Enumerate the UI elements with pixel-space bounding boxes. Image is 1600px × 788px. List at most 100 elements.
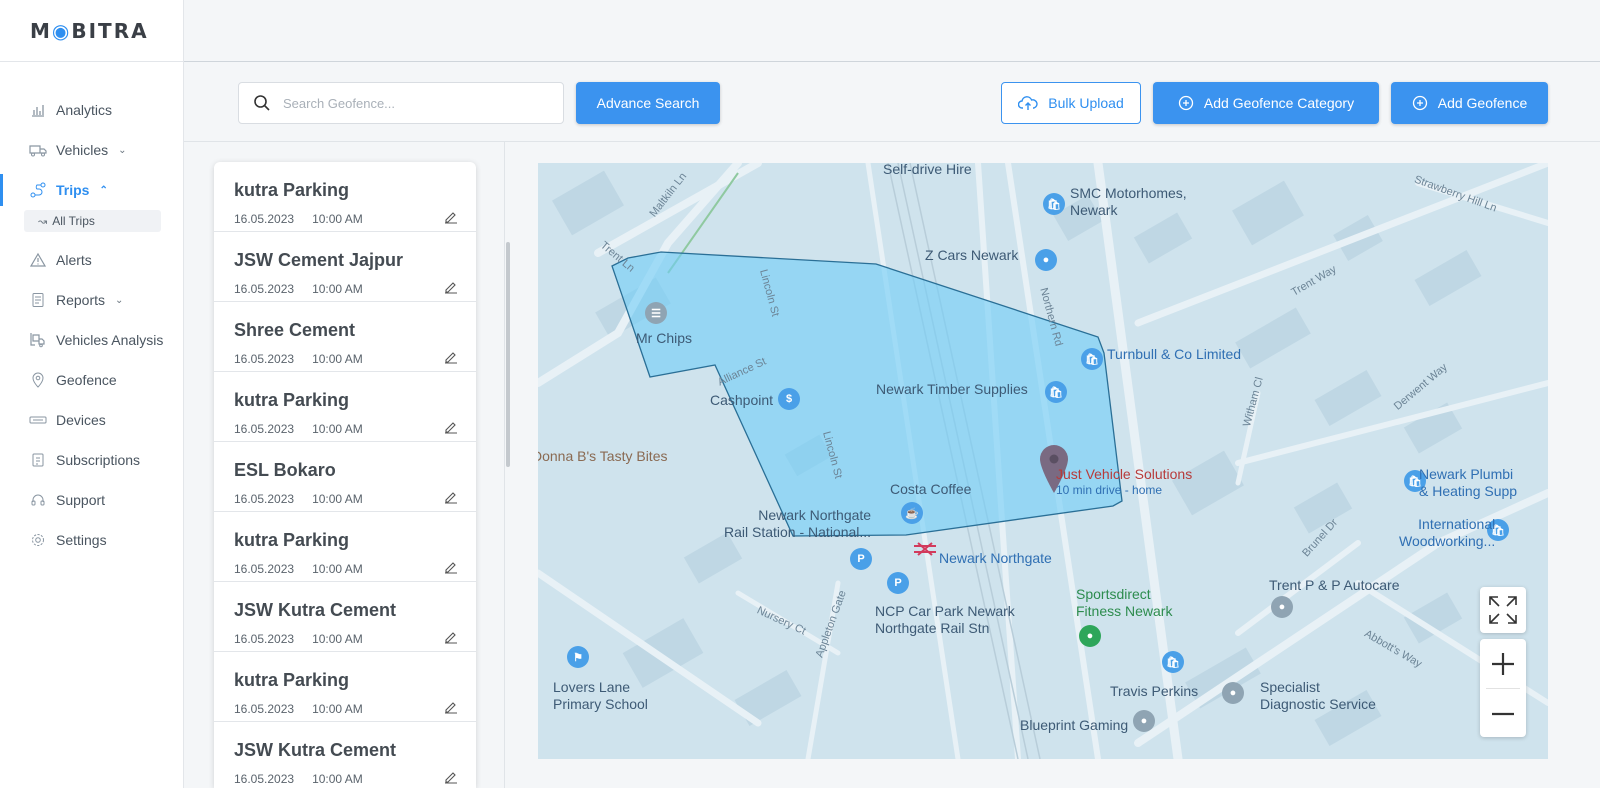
map-label: International Woodworking... (1399, 516, 1496, 549)
edit-icon[interactable] (444, 700, 458, 719)
geofence-time: 10:00 AM (312, 422, 363, 436)
sidebar-item-label: Subscriptions (56, 452, 141, 468)
location-poi-icon[interactable]: ● (1035, 249, 1057, 271)
geofence-date: 16.05.2023 (234, 422, 295, 436)
sidebar-item-vehicles-analysis[interactable]: Vehicles Analysis (0, 320, 183, 360)
map-label: Costa Coffee (890, 481, 972, 497)
list-item[interactable]: ESL Bokaro 16.05.2023 10:00 AM (214, 442, 476, 512)
cloud-upload-icon (1018, 95, 1038, 111)
edit-icon[interactable] (444, 630, 458, 649)
device-icon (28, 410, 48, 430)
shopping-poi-icon[interactable]: 🛍 (1043, 193, 1065, 215)
restaurant-poi-icon[interactable]: ☰ (645, 302, 667, 324)
chevron-down-icon[interactable]: ⌄ (118, 145, 126, 156)
subscription-icon (28, 450, 48, 470)
add-geofence-category-label: Add Geofence Category (1203, 95, 1355, 111)
add-geofence-category-button[interactable]: Add Geofence Category (1153, 82, 1379, 124)
sidebar-item-subscriptions[interactable]: Subscriptions (0, 440, 183, 480)
geofence-name: ESL Bokaro (234, 460, 336, 480)
location-poi-icon[interactable]: ● (1133, 710, 1155, 732)
geofence-time: 10:00 AM (312, 492, 363, 506)
school-poi-icon[interactable]: ⚑ (567, 646, 589, 668)
shopping-poi-icon[interactable]: 🛍 (1162, 651, 1184, 673)
list-item[interactable]: kutra Parking 16.05.2023 10:00 AM (214, 512, 476, 582)
atm-poi-icon[interactable]: $ (778, 388, 800, 410)
edit-icon[interactable] (444, 210, 458, 229)
logo[interactable]: M◉BITRA (30, 19, 149, 43)
list-scrollbar[interactable] (506, 242, 510, 467)
map-label: NCP Car Park Newark Northgate Rail Stn (875, 603, 1015, 636)
shopping-poi-icon[interactable]: 🛍 (1081, 348, 1103, 370)
edit-icon[interactable] (444, 280, 458, 299)
cafe-poi-icon[interactable]: ☕ (901, 502, 923, 524)
alert-icon (28, 250, 48, 270)
search-input[interactable] (283, 95, 543, 111)
geofence-list[interactable]: kutra Parking 16.05.2023 10:00 AM JSW Cem… (214, 162, 476, 788)
list-item[interactable]: JSW Kutra Cement 16.05.2023 10:00 AM (214, 582, 476, 652)
geofence-name: Shree Cement (234, 320, 356, 340)
sidebar-subitem-all-trips[interactable]: ↝ All Trips (24, 210, 161, 232)
edit-icon[interactable] (444, 490, 458, 509)
location-poi-icon[interactable]: ● (1222, 682, 1244, 704)
edit-icon[interactable] (444, 420, 458, 439)
truck-analysis-icon (28, 330, 48, 350)
route-icon: ↝ (38, 215, 48, 228)
geofence-name: kutra Parking (234, 530, 350, 550)
zoom-in-button[interactable] (1480, 639, 1526, 688)
list-item[interactable]: kutra Parking 16.05.2023 10:00 AM (214, 652, 476, 722)
sidebar-item-analytics[interactable]: Analytics (0, 90, 183, 130)
list-item[interactable]: Shree Cement 16.05.2023 10:00 AM (214, 302, 476, 372)
add-geofence-button[interactable]: Add Geofence (1391, 82, 1548, 124)
edit-icon[interactable] (444, 350, 458, 369)
bulk-upload-button[interactable]: Bulk Upload (1001, 82, 1141, 124)
list-item[interactable]: JSW Cement Jajpur 16.05.2023 10:00 AM (214, 232, 476, 302)
sidebar-item-trips[interactable]: Trips ⌃ (0, 170, 183, 210)
map-label: Specialist Diagnostic Service (1260, 679, 1376, 712)
sidebar-item-label: Trips (56, 182, 90, 198)
sidebar-item-support[interactable]: Support (0, 480, 183, 520)
map-label: Just Vehicle Solutions (1056, 466, 1193, 482)
sidebar-item-alerts[interactable]: Alerts (0, 240, 183, 280)
list-item[interactable]: kutra Parking 16.05.2023 10:00 AM (214, 162, 476, 232)
list-item[interactable]: JSW Kutra Cement 16.05.2023 10:00 AM (214, 722, 476, 788)
fullscreen-button[interactable] (1480, 587, 1526, 633)
edit-icon[interactable] (444, 770, 458, 788)
plus-circle-icon (1412, 95, 1428, 111)
map-label: Trent P & P Autocare (1269, 577, 1400, 593)
geofence-list-panel: kutra Parking 16.05.2023 10:00 AM JSW Cem… (184, 142, 510, 788)
map-view[interactable]: 🛍 ● ☰ 🛍 🛍 $ ☕ P P ● ⚑ 🛍 ● ● ● 🛍 🛍 Self-d… (538, 163, 1548, 759)
shopping-poi-icon[interactable]: 🛍 (1045, 381, 1067, 403)
chevron-down-icon[interactable]: ⌄ (115, 295, 123, 306)
location-poi-icon[interactable]: ● (1271, 596, 1293, 618)
geofence-date: 16.05.2023 (234, 492, 295, 506)
edit-icon[interactable] (444, 560, 458, 579)
sidebar: M◉BITRA Analytics Vehicles ⌄ Trips ⌃ ↝ A… (0, 0, 184, 788)
zoom-out-button[interactable] (1480, 689, 1526, 738)
advance-search-button[interactable]: Advance Search (576, 82, 720, 124)
sidebar-item-reports[interactable]: Reports ⌄ (0, 280, 183, 320)
geofence-time: 10:00 AM (312, 562, 363, 576)
sidebar-item-vehicles[interactable]: Vehicles ⌄ (0, 130, 183, 170)
search-box[interactable] (238, 82, 564, 124)
fitness-poi-icon[interactable]: ● (1079, 625, 1101, 647)
map-label: 10 min drive - home (1056, 483, 1163, 497)
parking-poi-icon[interactable]: P (887, 572, 909, 594)
geofence-date: 16.05.2023 (234, 212, 295, 226)
gear-icon (28, 530, 48, 550)
chevron-up-icon[interactable]: ⌃ (99, 185, 107, 196)
plus-icon (1492, 652, 1514, 675)
sidebar-item-label: Vehicles (56, 142, 109, 158)
search-icon (254, 95, 270, 111)
sidebar-item-devices[interactable]: Devices (0, 400, 183, 440)
map-label: Newark Northgate (939, 550, 1052, 566)
parking-poi-icon[interactable]: P (850, 548, 872, 570)
map-label: SMC Motorhomes, Newark (1070, 185, 1187, 218)
geofence-name: kutra Parking (234, 390, 350, 410)
plus-circle-icon (1178, 95, 1194, 111)
bulk-upload-label: Bulk Upload (1048, 95, 1124, 111)
geofence-name: kutra Parking (234, 180, 350, 200)
list-item[interactable]: kutra Parking 16.05.2023 10:00 AM (214, 372, 476, 442)
sidebar-item-settings[interactable]: Settings (0, 520, 183, 560)
sidebar-item-geofence[interactable]: Geofence (0, 360, 183, 400)
map-label: Donna B's Tasty Bites (538, 448, 668, 464)
